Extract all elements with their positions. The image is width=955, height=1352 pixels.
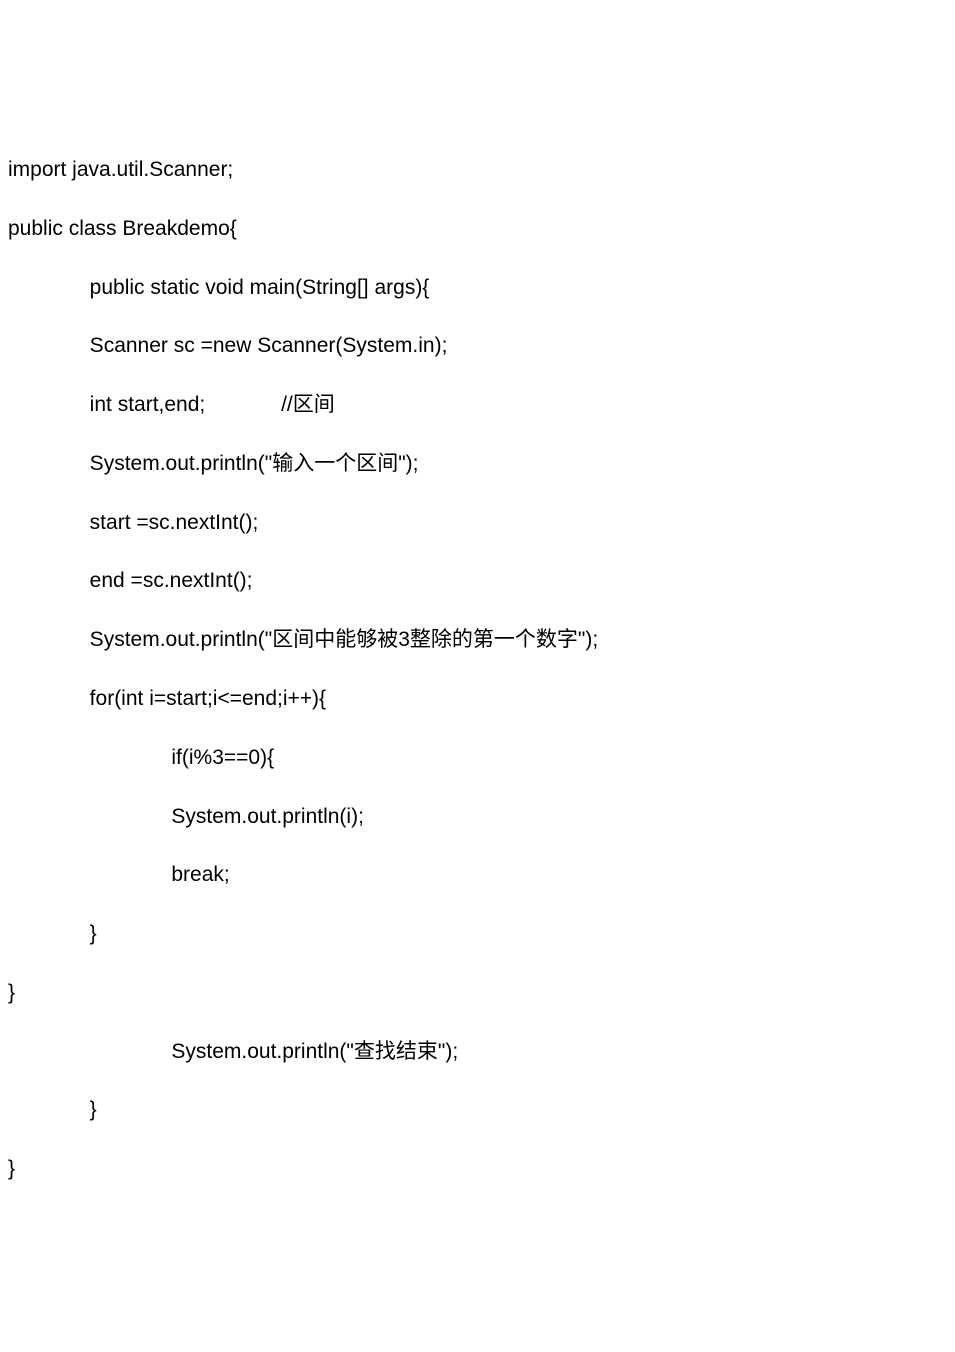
code-line: if(i%3==0){ bbox=[8, 743, 947, 772]
code-line: System.out.println("查找结束"); bbox=[8, 1037, 947, 1066]
code-line: System.out.println("输入一个区间"); bbox=[8, 449, 947, 478]
code-block: import java.util.Scanner; public class B… bbox=[8, 126, 947, 1213]
code-line: start =sc.nextInt(); bbox=[8, 508, 947, 537]
code-line: int start,end; //区间 bbox=[8, 390, 947, 419]
code-line: for(int i=start;i<=end;i++){ bbox=[8, 684, 947, 713]
code-line: } bbox=[8, 978, 947, 1007]
code-line: System.out.println("区间中能够被3整除的第一个数字"); bbox=[8, 625, 947, 654]
code-line: break; bbox=[8, 860, 947, 889]
code-line: System.out.println(i); bbox=[8, 802, 947, 831]
code-line: end =sc.nextInt(); bbox=[8, 566, 947, 595]
code-line: Scanner sc =new Scanner(System.in); bbox=[8, 331, 947, 360]
code-line: } bbox=[8, 919, 947, 948]
code-line: } bbox=[8, 1095, 947, 1124]
code-line: } bbox=[8, 1154, 947, 1183]
code-line: public static void main(String[] args){ bbox=[8, 273, 947, 302]
code-line: public class Breakdemo{ bbox=[8, 214, 947, 243]
code-line: import java.util.Scanner; bbox=[8, 155, 947, 184]
